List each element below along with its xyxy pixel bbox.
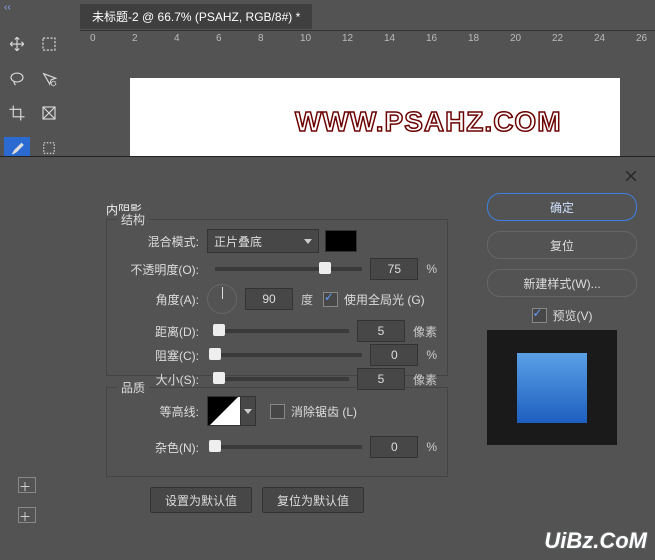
angle-dial[interactable] bbox=[207, 284, 237, 314]
ruler-tick: 8 bbox=[258, 33, 264, 44]
contour-dropdown[interactable] bbox=[241, 396, 256, 426]
preview-thumbnail bbox=[487, 330, 617, 445]
ruler-tick: 18 bbox=[468, 33, 479, 44]
antialias-checkbox[interactable] bbox=[270, 404, 285, 419]
collapse-panel-icon[interactable]: ‹‹ bbox=[4, 2, 11, 13]
lasso-tool[interactable] bbox=[4, 68, 30, 90]
ok-button[interactable]: 确定 bbox=[487, 193, 637, 221]
crop-tool[interactable] bbox=[4, 102, 30, 124]
opacity-label: 不透明度(O): bbox=[107, 261, 199, 278]
global-light-checkbox[interactable] bbox=[323, 292, 338, 307]
size-unit: 像素 bbox=[413, 371, 437, 388]
choke-input[interactable] bbox=[370, 344, 418, 366]
distance-slider[interactable] bbox=[215, 329, 349, 333]
antialias-label: 消除锯齿 (L) bbox=[291, 403, 357, 420]
ruler-tick: 26 bbox=[636, 33, 647, 44]
structure-legend: 结构 bbox=[117, 211, 149, 228]
size-slider[interactable] bbox=[215, 377, 349, 381]
ruler-horizontal: 0 2 4 6 8 10 12 14 16 18 20 22 24 26 bbox=[80, 30, 655, 51]
move-tool[interactable] bbox=[4, 33, 30, 55]
choke-unit: % bbox=[426, 348, 437, 362]
ruler-tick: 16 bbox=[426, 33, 437, 44]
tools-panel bbox=[0, 25, 80, 171]
default-buttons-row: 设置为默认值 复位为默认值 bbox=[150, 487, 364, 513]
distance-label: 距离(D): bbox=[107, 323, 199, 340]
opacity-unit: % bbox=[426, 262, 437, 276]
ruler-tick: 10 bbox=[300, 33, 311, 44]
choke-slider[interactable] bbox=[215, 353, 362, 357]
structure-fieldset: 结构 混合模式: 正片叠底 不透明度(O): % 角度(A): 度 使用全局光 … bbox=[106, 219, 448, 376]
ruler-tick: 6 bbox=[216, 33, 222, 44]
left-style-list: ＋ ＋ bbox=[0, 357, 52, 537]
right-panel: 确定 复位 新建样式(W)... 预览(V) bbox=[487, 193, 637, 445]
quick-select-tool[interactable] bbox=[36, 68, 62, 90]
opacity-slider[interactable] bbox=[215, 267, 362, 271]
ruler-tick: 24 bbox=[594, 33, 605, 44]
layer-style-dialog: 内阴影 结构 混合模式: 正片叠底 不透明度(O): % 角度(A): 度 使用… bbox=[0, 156, 655, 560]
preview-label: 预览(V) bbox=[553, 307, 593, 324]
angle-unit: 度 bbox=[301, 291, 313, 308]
footer-watermark: UiBz.CoM bbox=[544, 528, 647, 554]
blend-mode-label: 混合模式: bbox=[107, 233, 199, 250]
close-button[interactable] bbox=[617, 163, 645, 189]
preview-checkbox[interactable] bbox=[532, 308, 547, 323]
blend-mode-select[interactable]: 正片叠底 bbox=[207, 229, 319, 253]
add-effect-icon-2[interactable]: ＋ bbox=[18, 507, 36, 523]
global-light-label: 使用全局光 (G) bbox=[344, 291, 425, 308]
noise-input[interactable] bbox=[370, 436, 418, 458]
ruler-tick: 4 bbox=[174, 33, 180, 44]
add-effect-icon[interactable]: ＋ bbox=[18, 477, 36, 493]
distance-input[interactable] bbox=[357, 320, 405, 342]
contour-preview[interactable] bbox=[207, 396, 241, 426]
ruler-tick: 0 bbox=[90, 33, 96, 44]
reset-default-button[interactable]: 复位为默认值 bbox=[262, 487, 364, 513]
shadow-color-swatch[interactable] bbox=[325, 230, 357, 252]
make-default-button[interactable]: 设置为默认值 bbox=[150, 487, 252, 513]
canvas[interactable]: WWW.PSAHZ.COM bbox=[130, 78, 620, 156]
noise-slider[interactable] bbox=[215, 445, 362, 449]
marquee-tool[interactable] bbox=[36, 33, 62, 55]
angle-label: 角度(A): bbox=[107, 291, 199, 308]
new-style-button[interactable]: 新建样式(W)... bbox=[487, 269, 637, 297]
opacity-input[interactable] bbox=[370, 258, 418, 280]
canvas-watermark: WWW.PSAHZ.COM bbox=[295, 106, 562, 138]
ruler-tick: 12 bbox=[342, 33, 353, 44]
ruler-tick: 22 bbox=[552, 33, 563, 44]
quality-fieldset: 品质 等高线: 消除锯齿 (L) 杂色(N): % bbox=[106, 387, 448, 477]
noise-label: 杂色(N): bbox=[107, 439, 199, 456]
ruler-tick: 2 bbox=[132, 33, 138, 44]
reset-button[interactable]: 复位 bbox=[487, 231, 637, 259]
distance-unit: 像素 bbox=[413, 323, 437, 340]
ruler-tick: 14 bbox=[384, 33, 395, 44]
angle-input[interactable] bbox=[245, 288, 293, 310]
document-tab[interactable]: 未标题-2 @ 66.7% (PSAHZ, RGB/8#) * bbox=[80, 4, 312, 29]
quality-legend: 品质 bbox=[117, 379, 149, 396]
ruler-tick: 20 bbox=[510, 33, 521, 44]
contour-label: 等高线: bbox=[107, 403, 199, 420]
noise-unit: % bbox=[426, 440, 437, 454]
choke-label: 阻塞(C): bbox=[107, 347, 199, 364]
frame-tool[interactable] bbox=[36, 102, 62, 124]
